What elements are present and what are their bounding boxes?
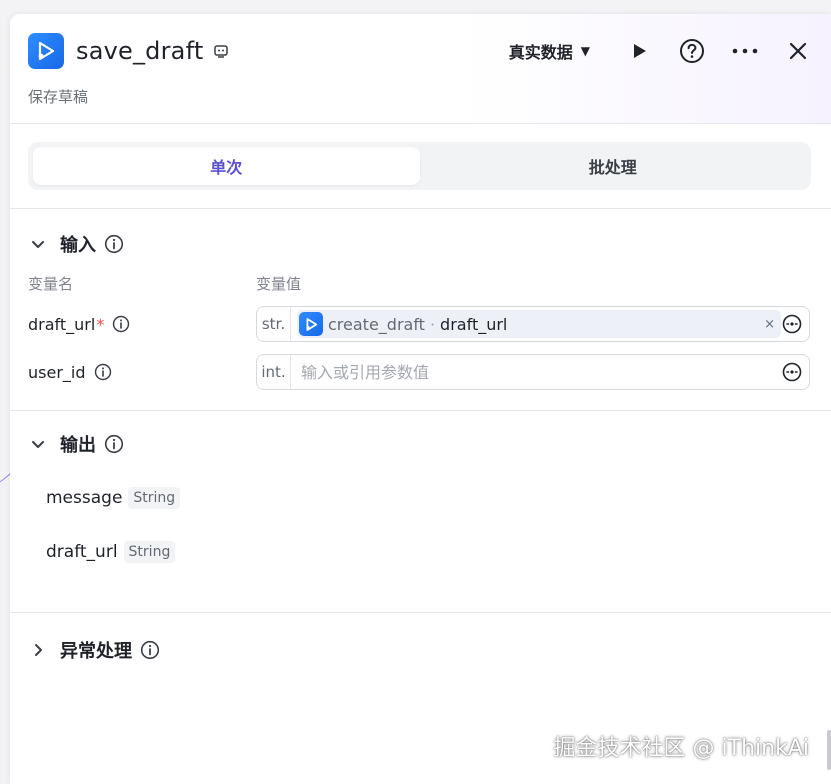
col-header-name: 变量名 xyxy=(28,275,74,293)
clear-reference-button[interactable]: × xyxy=(764,317,775,332)
input-column-headers: 变量名 变量值 xyxy=(10,273,831,294)
run-mode-tabs-wrap: 单次 批处理 xyxy=(10,124,831,209)
info-icon[interactable] xyxy=(104,234,124,254)
help-icon xyxy=(680,39,704,63)
info-icon[interactable] xyxy=(112,315,130,333)
output-name: message xyxy=(46,488,123,508)
watermark: 掘金技术社区 @ iThinkAi xyxy=(553,736,809,761)
edit-title-icon[interactable] xyxy=(213,43,229,59)
close-button[interactable] xyxy=(783,36,813,66)
panel-header: save_draft 真实数据 ▼ 保存草稿 xyxy=(10,14,831,124)
input-section-title: 输入 xyxy=(60,235,96,256)
data-mode-dropdown[interactable]: 真实数据 ▼ xyxy=(509,39,590,63)
node-test-panel: save_draft 真实数据 ▼ 保存草稿 单次 批处理 输入 变量名 变量值… xyxy=(10,14,831,784)
node-title: save_draft xyxy=(76,37,204,65)
run-mode-tabs: 单次 批处理 xyxy=(28,142,811,190)
user-id-value-field: int. xyxy=(256,354,810,390)
user-id-input[interactable] xyxy=(291,355,809,389)
var-name-draft-url: draft_url * xyxy=(28,315,256,334)
output-name: draft_url xyxy=(46,542,118,562)
draft-url-value-field[interactable]: str. create_draft · draft_url × xyxy=(256,306,810,342)
close-icon xyxy=(789,42,807,60)
run-button[interactable] xyxy=(624,36,654,66)
error-handling-title: 异常处理 xyxy=(60,641,132,662)
output-item: message String xyxy=(10,483,831,513)
col-header-value: 变量值 xyxy=(256,275,302,293)
output-section-title: 输出 xyxy=(60,435,96,456)
var-name-label: user_id xyxy=(28,362,86,382)
ref-separator: · xyxy=(429,314,436,334)
chevron-down-icon xyxy=(30,436,46,452)
var-name-label: draft_url xyxy=(28,314,96,334)
chevron-down-icon xyxy=(30,236,46,252)
caret-down-icon: ▼ xyxy=(580,44,590,58)
header-actions: 真实数据 ▼ xyxy=(509,36,813,66)
error-handling-section: 异常处理 xyxy=(10,613,831,665)
variable-picker-button[interactable] xyxy=(781,313,803,335)
plugin-logo-icon xyxy=(28,33,64,69)
more-icon xyxy=(732,48,758,54)
type-tag: int. xyxy=(257,355,291,389)
more-button[interactable] xyxy=(730,36,760,66)
error-handling-header[interactable]: 异常处理 xyxy=(10,635,831,665)
info-icon[interactable] xyxy=(104,434,124,454)
tab-single[interactable]: 单次 xyxy=(33,147,420,185)
input-var-row: user_id int. xyxy=(10,354,831,390)
plugin-logo-icon xyxy=(299,312,323,336)
node-subtitle: 保存草稿 xyxy=(28,88,89,106)
variable-picker-icon xyxy=(782,314,802,334)
input-section: 输入 变量名 变量值 draft_url * str. create_draft… xyxy=(10,209,831,411)
info-icon[interactable] xyxy=(140,640,160,660)
help-button[interactable] xyxy=(677,36,707,66)
variable-picker-button[interactable] xyxy=(781,361,803,383)
output-section-header[interactable]: 输出 xyxy=(10,429,831,459)
ref-field-name: draft_url xyxy=(440,314,508,334)
data-mode-label: 真实数据 xyxy=(508,43,573,62)
play-icon xyxy=(634,44,646,58)
tab-batch[interactable]: 批处理 xyxy=(420,147,807,185)
chevron-right-icon xyxy=(30,642,46,658)
type-tag: str. xyxy=(257,307,291,341)
ref-node-name: create_draft xyxy=(328,314,425,334)
var-name-user-id: user_id xyxy=(28,363,256,382)
info-icon[interactable] xyxy=(94,363,112,381)
output-type-badge: String xyxy=(123,541,176,563)
output-type-badge: String xyxy=(128,487,181,509)
variable-picker-icon xyxy=(782,362,802,382)
input-var-row: draft_url * str. create_draft · draft_url… xyxy=(10,306,831,342)
scrollbar-thumb[interactable] xyxy=(827,730,831,770)
required-mark: * xyxy=(96,314,105,334)
input-section-header[interactable]: 输入 xyxy=(10,229,831,259)
output-section: 输出 message String draft_url String xyxy=(10,411,831,613)
variable-reference-chip[interactable]: create_draft · draft_url × xyxy=(297,310,781,338)
output-item: draft_url String xyxy=(10,537,831,567)
